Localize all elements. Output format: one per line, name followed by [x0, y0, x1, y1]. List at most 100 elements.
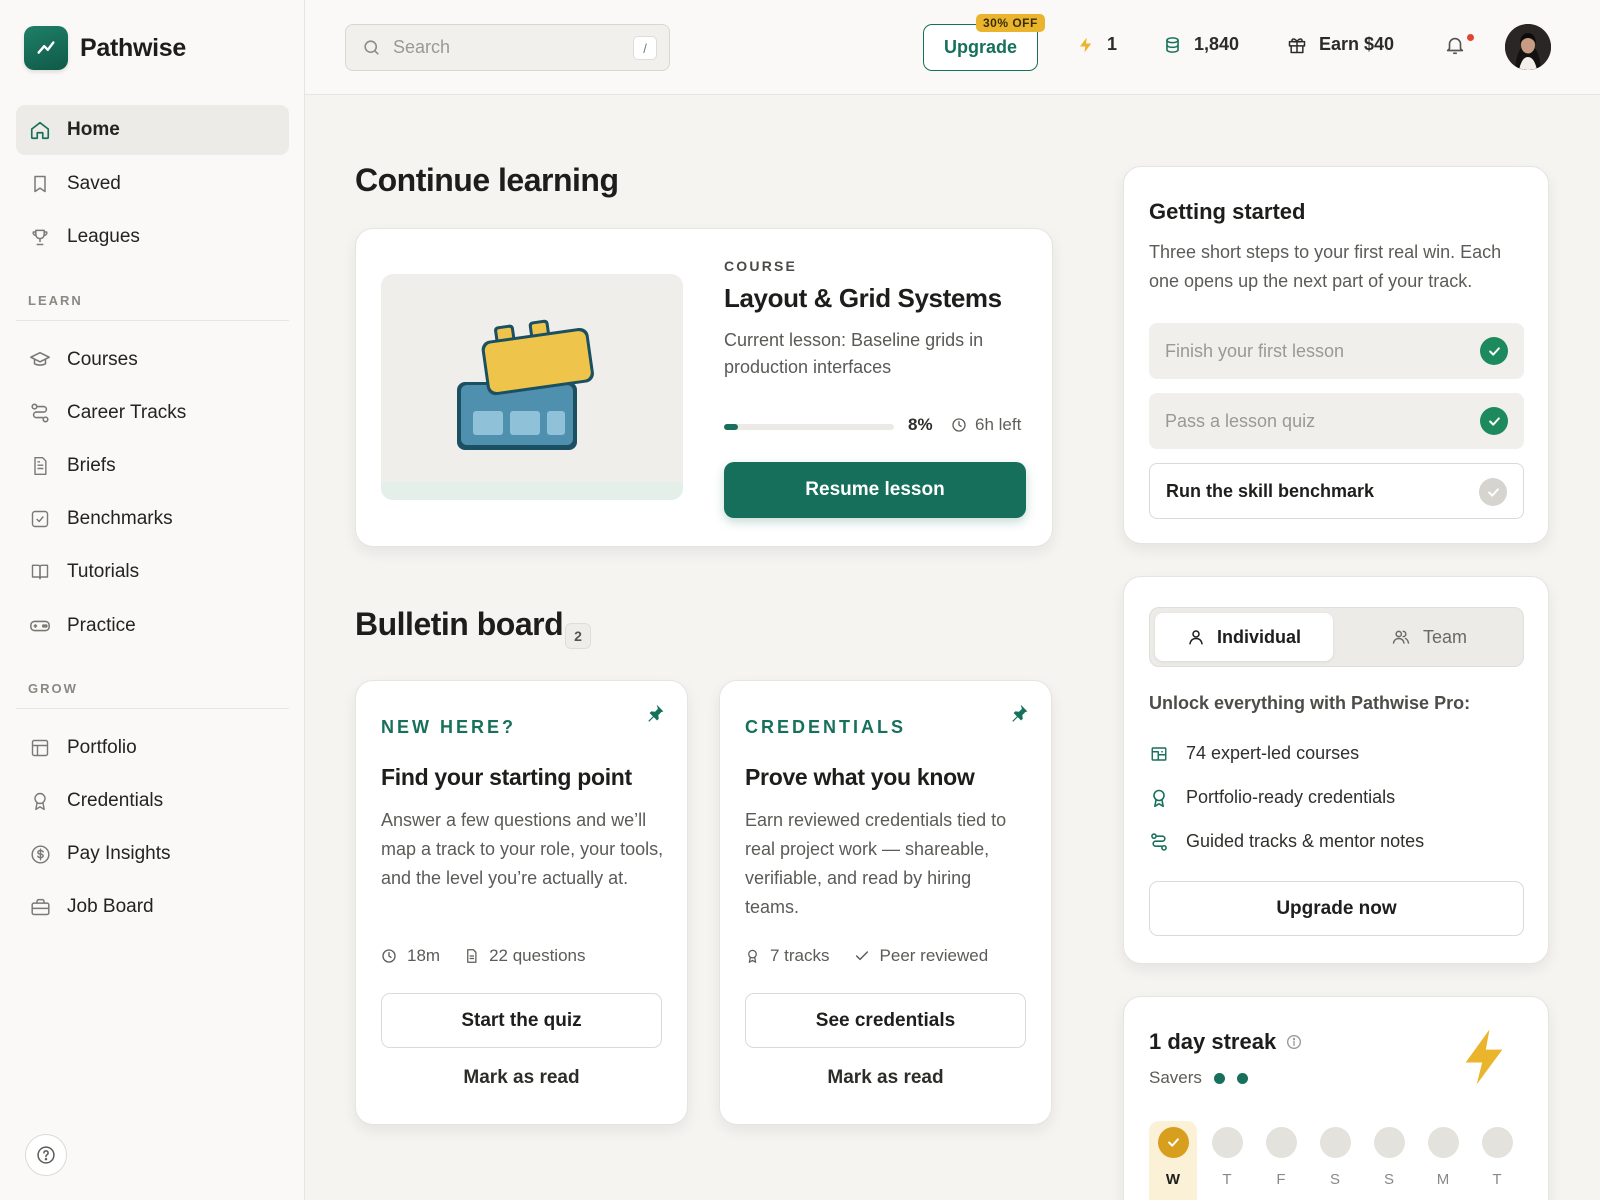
day-circle: [1481, 1127, 1513, 1158]
step-pass-lesson-quiz[interactable]: Pass a lesson quiz: [1149, 393, 1524, 449]
bulletin-title: Prove what you know: [745, 764, 975, 790]
sidebar-item-label: Credentials: [67, 790, 164, 811]
topbar: / Upgrade 30% OFF 1 1,840 Earn $40: [305, 0, 1600, 95]
earn-referral-link[interactable]: Earn $40: [1287, 34, 1394, 55]
step-label: Run the skill benchmark: [1166, 480, 1375, 501]
course-title[interactable]: Layout & Grid Systems: [724, 283, 1002, 314]
sidebar-item-leagues[interactable]: Leagues: [16, 212, 289, 262]
divider: [16, 320, 289, 321]
info-icon[interactable]: [1286, 1034, 1302, 1050]
day-label: M: [1436, 1171, 1450, 1188]
course-progress-fill: [724, 424, 738, 430]
bulletin-card-credentials: CREDENTIALS Prove what you know Earn rev…: [719, 680, 1052, 1125]
bookmark-icon: [29, 173, 51, 195]
sidebar-item-label: Benchmarks: [67, 508, 173, 529]
getting-started-description: Three short steps to your first real win…: [1149, 242, 1502, 291]
resume-lesson-button[interactable]: Resume lesson: [724, 462, 1026, 518]
notifications-button[interactable]: [1444, 34, 1466, 56]
see-credentials-button[interactable]: See credentials: [745, 993, 1026, 1048]
mark-as-read-button[interactable]: Mark as read: [745, 1053, 1026, 1103]
review-status: Peer reviewed: [879, 946, 989, 965]
pro-upsell-card: Individual Team Unlock everything with P…: [1123, 576, 1549, 964]
day-label: T: [1492, 1171, 1502, 1188]
sidebar-item-saved[interactable]: Saved: [16, 159, 289, 209]
sidebar-item-benchmarks[interactable]: Benchmarks: [16, 494, 289, 544]
search-input[interactable]: [393, 37, 623, 58]
getting-started-card: Getting started Three short steps to you…: [1123, 166, 1549, 544]
gift-icon: [1287, 35, 1307, 55]
bulletin-card-new-here: NEW HERE? Find your starting point Answe…: [355, 680, 688, 1125]
sidebar-item-label: Home: [67, 119, 120, 140]
sidebar-item-label: Saved: [67, 173, 121, 194]
course-progress-bar: [724, 424, 894, 430]
pin-icon[interactable]: [1009, 703, 1029, 723]
avatar[interactable]: [1505, 24, 1551, 70]
day-label: F: [1276, 1171, 1286, 1188]
document-icon: [464, 948, 479, 964]
tab-team[interactable]: Team: [1340, 613, 1518, 661]
sidebar-item-tutorials[interactable]: Tutorials: [16, 547, 289, 597]
pin-icon[interactable]: [645, 703, 665, 723]
start-quiz-button[interactable]: Start the quiz: [381, 993, 662, 1048]
sidebar-item-career-tracks[interactable]: Career Tracks: [16, 388, 289, 438]
step-finish-first-lesson[interactable]: Finish your first lesson: [1149, 323, 1524, 379]
sidebar-item-home[interactable]: Home: [16, 105, 289, 155]
mark-as-read-button[interactable]: Mark as read: [381, 1053, 662, 1103]
clock-icon: [951, 417, 967, 433]
discount-badge: 30% OFF: [976, 14, 1045, 32]
upgrade-now-button[interactable]: Upgrade now: [1149, 881, 1524, 936]
sidebar-item-portfolio[interactable]: Portfolio: [16, 723, 289, 773]
check-circle-icon: [1480, 337, 1508, 365]
check-circle-icon: [1479, 478, 1507, 506]
sidebar-item-briefs[interactable]: Briefs: [16, 441, 289, 491]
sidebar-item-label: Briefs: [67, 455, 116, 476]
search-shortcut-key: /: [633, 36, 657, 60]
help-button[interactable]: [25, 1134, 67, 1176]
streak-savers: Savers: [1149, 1068, 1248, 1088]
question-count: 22 questions: [489, 946, 586, 965]
energy-stat[interactable]: 1: [1077, 34, 1117, 55]
streak-day: M: [1419, 1121, 1467, 1200]
step-run-skill-benchmark[interactable]: Run the skill benchmark: [1149, 463, 1524, 519]
current-lesson: Current lesson: Baseline grids in produc…: [724, 330, 984, 377]
search-bar[interactable]: /: [345, 24, 670, 71]
notification-dot: [1467, 34, 1474, 41]
plan-toggle: Individual Team: [1149, 607, 1524, 667]
sidebar-item-label: Leagues: [67, 226, 140, 247]
course-card: COURSE Layout & Grid Systems Current les…: [355, 228, 1053, 547]
bulletin-meta: 7 tracks Peer reviewed: [745, 946, 988, 966]
sidebar-item-pay-insights[interactable]: Pay Insights: [16, 829, 289, 879]
day-label: T: [1222, 1171, 1232, 1188]
streak-title: 1 day streak: [1149, 1029, 1302, 1055]
streak-day: F: [1257, 1121, 1305, 1200]
step-label: Pass a lesson quiz: [1165, 410, 1316, 431]
tab-individual[interactable]: Individual: [1155, 613, 1333, 661]
streak-lightning-icon: [1462, 1027, 1506, 1087]
streak-card: 1 day streak Savers W T F S S M T: [1123, 996, 1549, 1200]
sidebar-item-job-board[interactable]: Job Board: [16, 882, 289, 932]
sidebar-item-courses[interactable]: Courses: [16, 335, 289, 385]
bulletin-description: Answer a few questions and we’ll map a t…: [381, 810, 664, 888]
bulletin-tag: CREDENTIALS: [745, 717, 907, 737]
saver-dot: [1213, 1072, 1225, 1084]
bulletin-title: Find your starting point: [381, 764, 632, 790]
nav-section-grow: GROW: [28, 681, 78, 696]
brand[interactable]: Pathwise: [24, 26, 186, 70]
day-circle: [1319, 1127, 1351, 1158]
day-check-icon: [1157, 1127, 1189, 1158]
day-circle: [1265, 1127, 1297, 1158]
sidebar-item-practice[interactable]: Practice: [16, 601, 289, 651]
clock-icon: [381, 948, 397, 964]
day-label: S: [1383, 1171, 1394, 1188]
brand-name: Pathwise: [80, 33, 186, 62]
pro-feature: Portfolio-ready credentials: [1149, 787, 1395, 808]
home-icon: [29, 119, 51, 141]
pro-feature: Guided tracks & mentor notes: [1149, 831, 1424, 852]
course-eyebrow: COURSE: [724, 258, 798, 274]
time-left: 6h left: [951, 415, 1021, 435]
streak-day: S: [1365, 1121, 1413, 1200]
streak-day: T: [1203, 1121, 1251, 1200]
graduation-cap-icon: [29, 349, 51, 371]
coins-stat[interactable]: 1,840: [1163, 34, 1239, 55]
sidebar-item-credentials[interactable]: Credentials: [16, 776, 289, 826]
